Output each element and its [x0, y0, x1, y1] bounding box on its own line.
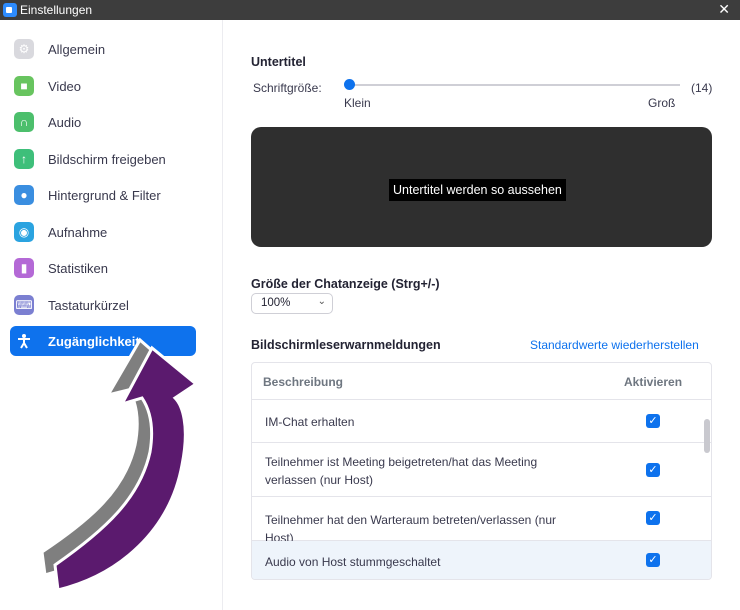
window-titlebar: Einstellungen ✕ [0, 0, 740, 20]
sidebar-item-bildschirm-freigeben[interactable]: ↑ Bildschirm freigeben [10, 144, 196, 174]
chevron-down-icon: ⌄ [317, 296, 326, 307]
sidebar-item-label: Allgemein [48, 41, 106, 57]
sidebar-item-hintergrund-filter[interactable]: ● Hintergrund & Filter [10, 180, 196, 210]
sidebar-item-allgemein[interactable]: ⚙ Allgemein [10, 34, 196, 64]
gear-icon: ⚙ [14, 39, 34, 59]
sidebar-item-label: Video [48, 78, 82, 94]
sidebar-item-label: Zugänglichkeit [48, 333, 140, 349]
sidebar-item-label: Bildschirm freigeben [48, 151, 166, 167]
video-icon: ■ [14, 76, 34, 96]
close-icon[interactable]: ✕ [718, 1, 730, 18]
sidebar-item-label: Hintergrund & Filter [48, 187, 161, 203]
sidebar-item-video[interactable]: ■ Video [10, 71, 196, 101]
restore-defaults-link[interactable]: Standardwerte wiederherstellen [530, 338, 699, 352]
row-description: Audio von Host stummgeschaltet [265, 555, 441, 569]
enable-checkbox[interactable]: ✓ [646, 414, 660, 428]
enable-checkbox[interactable]: ✓ [646, 511, 660, 525]
table-header: Beschreibung Aktivieren [252, 363, 711, 400]
chat-size-value: 100% [261, 297, 291, 309]
caption-preview-text: Untertitel werden so aussehen [389, 179, 566, 201]
enable-checkbox[interactable]: ✓ [646, 553, 660, 567]
accessibility-settings-panel: Untertitel Schriftgröße: (14) Klein Groß… [223, 20, 740, 610]
row-description: IM-Chat erhalten [265, 415, 355, 429]
sidebar-item-label: Aufnahme [48, 224, 108, 240]
column-header-enable: Aktivieren [624, 375, 683, 389]
sidebar-item-tastaturkuerzel[interactable]: ⌨ Tastaturkürzel [10, 290, 196, 320]
sidebar-item-aufnahme[interactable]: ◉ Aufnahme [10, 217, 196, 247]
portrait-icon: ● [14, 185, 34, 205]
settings-sidebar: ⚙ Allgemein ■ Video ∩ Audio ↑ Bildschirm… [0, 20, 223, 610]
sidebar-item-zugaenglichkeit[interactable]: Zugänglichkeit [10, 326, 196, 356]
sidebar-item-audio[interactable]: ∩ Audio [10, 107, 196, 137]
chat-size-select[interactable]: 100% ⌄ [251, 293, 333, 314]
row-description: Teilnehmer ist Meeting beigetreten/hat d… [265, 455, 538, 487]
table-row: IM-Chat erhalten ✓ [252, 399, 711, 443]
accessibility-icon [14, 331, 34, 351]
table-row: Teilnehmer ist Meeting beigetreten/hat d… [252, 443, 711, 497]
headphones-icon: ∩ [14, 112, 34, 132]
keyboard-icon: ⌨ [14, 295, 34, 315]
slider-min-label: Klein [344, 96, 371, 110]
font-size-slider-thumb[interactable] [344, 79, 355, 90]
slider-max-label: Groß [648, 96, 676, 110]
table-scrollbar[interactable] [704, 419, 710, 453]
caption-preview: Untertitel werden so aussehen [251, 127, 712, 247]
font-size-slider-track[interactable] [350, 84, 680, 86]
font-size-label: Schriftgröße: [253, 81, 322, 95]
sidebar-item-label: Audio [48, 114, 82, 130]
font-size-value: (14) [691, 81, 713, 95]
sidebar-item-label: Tastaturkürzel [48, 297, 129, 313]
table-row: Teilnehmer hat den Warteraum betreten/ve… [252, 497, 711, 545]
sidebar-item-label: Statistiken [48, 260, 108, 276]
share-screen-icon: ↑ [14, 149, 34, 169]
enable-checkbox[interactable]: ✓ [646, 463, 660, 477]
captions-section-title: Untertitel [251, 55, 306, 69]
alerts-table: Beschreibung Aktivieren IM-Chat erhalten… [251, 362, 712, 580]
record-icon: ◉ [14, 222, 34, 242]
stats-icon: ▮ [14, 258, 34, 278]
chat-size-title: Größe der Chatanzeige (Strg+/-) [251, 277, 440, 291]
column-header-description: Beschreibung [263, 375, 344, 389]
screen-reader-alerts-title: Bildschirmleserwarnmeldungen [251, 338, 441, 352]
zoom-app-icon [3, 3, 17, 17]
window-title: Einstellungen [20, 3, 93, 17]
table-row: Audio von Host stummgeschaltet ✓ [252, 541, 711, 579]
sidebar-item-statistiken[interactable]: ▮ Statistiken [10, 253, 196, 283]
